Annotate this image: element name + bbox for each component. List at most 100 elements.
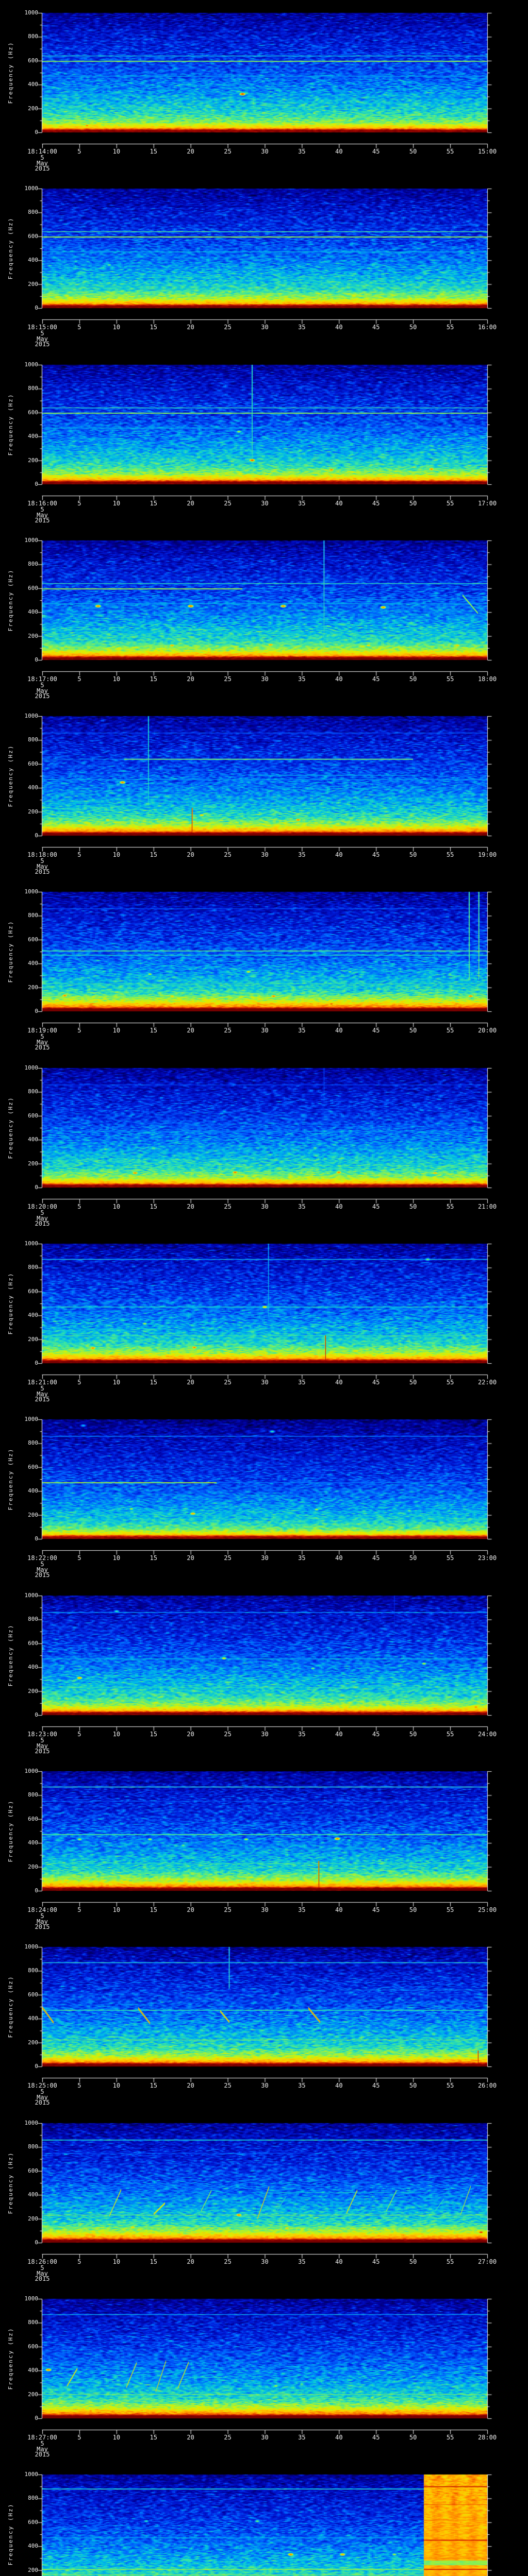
x-tick-label: 15 xyxy=(150,500,157,507)
y-tick-label: 1000 xyxy=(24,185,39,192)
x-tick-label: 55 xyxy=(446,675,454,683)
x-tick-label: 25 xyxy=(224,2434,232,2441)
y-tick-label: 400 xyxy=(28,1136,38,1143)
x-tick-label: 55 xyxy=(446,1203,454,1210)
y-tick-label: 400 xyxy=(28,2015,38,2022)
x-axis-end-time-label: 18:00 xyxy=(477,675,497,683)
y-tick-label: 1000 xyxy=(24,2471,39,2478)
date-label-line: 2015 xyxy=(35,868,50,875)
x-axis-end-time-label: 16:00 xyxy=(477,324,497,331)
spectrogram-panel: Frequency (Hz)1000800600400200018:28:005… xyxy=(0,2462,528,2576)
y-axis-title: Frequency (Hz) xyxy=(7,569,14,632)
x-tick-label: 30 xyxy=(261,2434,269,2441)
y-tick-label: 800 xyxy=(28,1616,38,1623)
x-tick-label: 20 xyxy=(187,148,194,155)
spectrogram-panel: Frequency (Hz) 1000 800 600 400 200 0 18:23:00 5… xyxy=(0,1583,528,1758)
x-tick-label: 15 xyxy=(150,324,157,331)
x-tick-label: 25 xyxy=(224,1379,232,1386)
x-tick-label: 20 xyxy=(187,2082,194,2089)
x-axis-end-time-label: 23:00 xyxy=(477,1554,497,1562)
y-tick-label: 600 xyxy=(28,936,38,943)
x-tick-label: 40 xyxy=(335,2258,343,2265)
x-tick-label: 15 xyxy=(150,148,157,155)
x-tick-label: 35 xyxy=(298,1203,306,1210)
y-axis-title: Frequency (Hz) xyxy=(7,393,14,456)
y-tick-label: 0 xyxy=(35,832,38,839)
x-tick-label: 40 xyxy=(335,324,343,331)
spectrogram-panel: Frequency (Hz) 1000 800 600 400 200 0 18:17:00 5… xyxy=(0,528,528,703)
y-tick-label: 200 xyxy=(28,808,38,815)
x-tick-label: 20 xyxy=(187,2434,194,2441)
y-tick-label: 800 xyxy=(28,385,38,392)
y-tick-label: 200 xyxy=(28,1160,38,1167)
x-tick-label: 50 xyxy=(409,2434,417,2441)
x-tick-label: 45 xyxy=(372,1379,380,1386)
date-label-line: 2015 xyxy=(35,2099,50,2106)
x-tick-label: 20 xyxy=(187,675,194,683)
x-tick-label: 10 xyxy=(112,851,121,858)
x-tick-label: 5 xyxy=(77,1906,81,1913)
y-tick-label: 800 xyxy=(28,912,38,919)
date-label-line: 2015 xyxy=(35,517,50,524)
x-tick-label: 10 xyxy=(112,2434,121,2441)
x-tick-label: 10 xyxy=(112,1906,121,1913)
y-tick-label: 800 xyxy=(28,561,38,568)
date-label-line: 2015 xyxy=(35,2275,50,2282)
x-tick-label: 5 xyxy=(77,1554,81,1562)
x-tick-label: 30 xyxy=(261,1906,269,1913)
y-tick-label: 600 xyxy=(28,584,38,591)
date-label-line: 2015 xyxy=(35,1923,50,1930)
x-tick-label: 20 xyxy=(187,1731,194,1738)
y-tick-label: 400 xyxy=(28,433,38,440)
x-tick-label: 30 xyxy=(261,675,269,683)
x-tick-label: 35 xyxy=(298,2434,306,2441)
x-tick-label: 5 xyxy=(77,1203,81,1210)
y-tick-label: 600 xyxy=(28,1991,38,1998)
y-tick-label: 1000 xyxy=(24,713,39,719)
y-tick-label: 800 xyxy=(28,736,38,743)
x-tick-label: 20 xyxy=(187,1379,194,1386)
date-label: 5 May 2015 xyxy=(35,155,50,171)
y-tick-label: 0 xyxy=(35,2415,38,2421)
x-tick-label: 35 xyxy=(298,1731,306,1738)
y-axis-title: Frequency (Hz) xyxy=(7,2503,14,2566)
x-tick-label: 20 xyxy=(187,324,194,331)
x-tick-label: 50 xyxy=(409,1731,417,1738)
x-tick-label: 5 xyxy=(77,675,81,683)
y-tick-label: 800 xyxy=(28,33,38,40)
y-tick-label: 400 xyxy=(28,784,38,791)
y-tick-label: 400 xyxy=(28,960,38,967)
y-tick-label: 600 xyxy=(28,1639,38,1647)
x-tick-label: 45 xyxy=(372,500,380,507)
x-tick-label: 50 xyxy=(409,2082,417,2089)
date-label: 5 May 2015 xyxy=(35,2265,50,2282)
x-tick-label: 15 xyxy=(150,851,157,858)
y-tick-label: 400 xyxy=(28,2367,38,2374)
y-tick-label: 600 xyxy=(28,1112,38,1119)
x-tick-label: 20 xyxy=(187,1906,194,1913)
y-tick-label: 800 xyxy=(28,1088,38,1095)
x-axis-end-time-label: 27:00 xyxy=(477,2258,497,2265)
y-axis-title: Frequency (Hz) xyxy=(7,41,14,104)
x-tick-label: 45 xyxy=(372,851,380,858)
spectrogram-panel: Frequency (Hz) 1000 800 600 400 200 0 18:15:00 5… xyxy=(0,176,528,351)
x-tick-label: 5 xyxy=(77,500,81,507)
x-tick-label: 35 xyxy=(298,1027,306,1034)
x-tick-label: 30 xyxy=(261,1554,269,1562)
spectrogram-panel: Frequency (Hz) 1000 800 600 400 200 0 18:16:00 5… xyxy=(0,352,528,528)
x-tick-label: 20 xyxy=(187,1027,194,1034)
x-tick-label: 40 xyxy=(335,1027,343,1034)
x-tick-label: 45 xyxy=(372,2434,380,2441)
y-tick-label: 600 xyxy=(28,409,38,416)
y-tick-label: 1000 xyxy=(24,888,39,895)
x-tick-label: 55 xyxy=(446,1379,454,1386)
y-tick-label: 200 xyxy=(28,280,38,287)
y-tick-label: 400 xyxy=(28,2543,38,2550)
y-tick-label: 600 xyxy=(28,760,38,767)
y-tick-label: 1000 xyxy=(24,1768,39,1774)
x-tick-label: 40 xyxy=(335,148,343,155)
x-tick-label: 30 xyxy=(261,2082,269,2089)
x-tick-label: 35 xyxy=(298,2082,306,2089)
x-tick-label: 55 xyxy=(446,2258,454,2265)
date-label-line: 2015 xyxy=(35,341,50,348)
